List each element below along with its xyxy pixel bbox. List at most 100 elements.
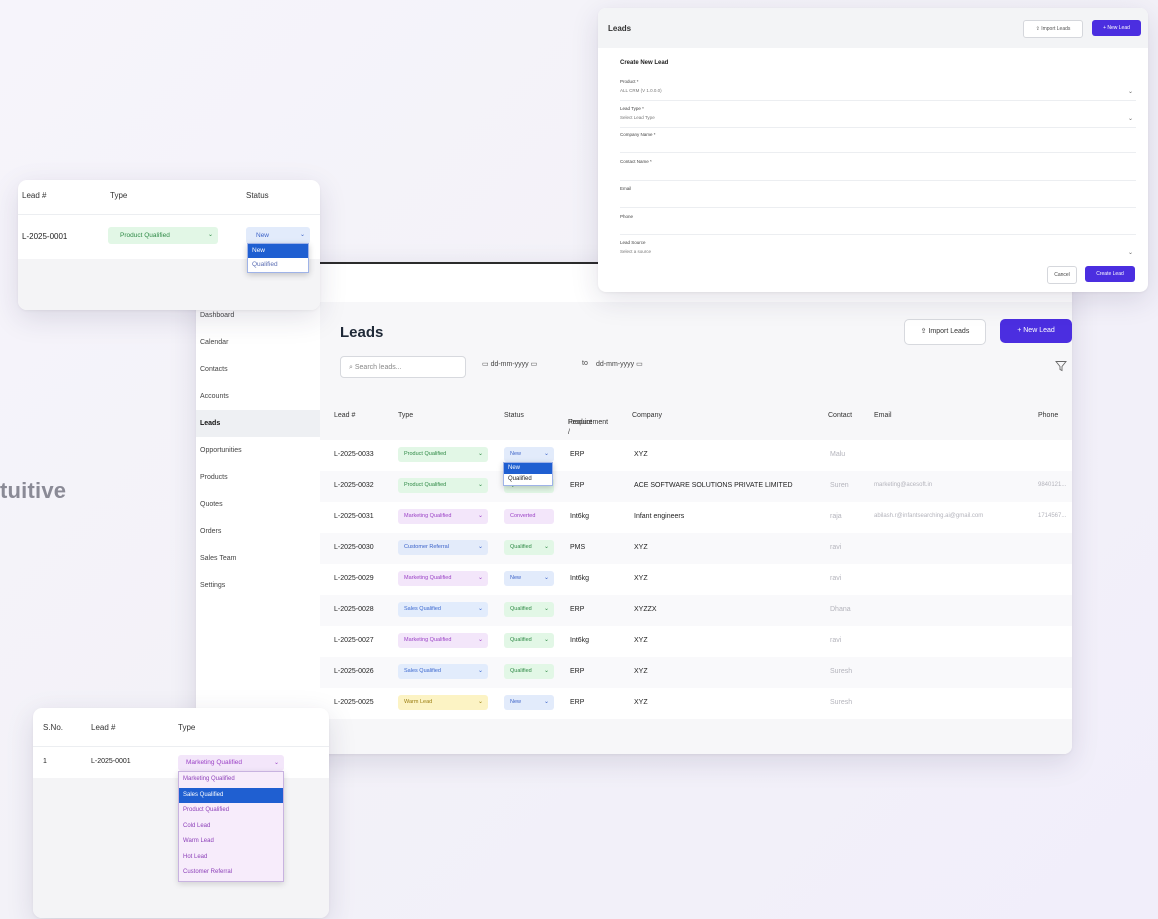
date-to-input[interactable]: dd-mm-yyyy ▭: [596, 360, 643, 368]
filter-icon[interactable]: [1055, 360, 1067, 372]
status-select[interactable]: New ⌄: [504, 571, 554, 586]
lead-type-select[interactable]: Select Lead Type: [620, 115, 655, 120]
type-option[interactable]: Cold Lead: [179, 819, 283, 835]
status-select[interactable]: New ⌄: [504, 695, 554, 710]
type-select[interactable]: Marketing Qualified ⌄: [398, 633, 488, 648]
lead-source-select[interactable]: Select a source: [620, 249, 651, 254]
table-header: Lead # Type Status Product / Requirement …: [320, 398, 1072, 440]
lead-number: L-2025-0001: [91, 758, 131, 765]
status-dropdown-list: New Qualified: [247, 243, 309, 273]
type-select[interactable]: Sales Qualified ⌄: [398, 664, 488, 679]
type-option[interactable]: Hot Lead: [179, 850, 283, 866]
type-option[interactable]: Marketing Qualified: [179, 772, 283, 788]
type-option[interactable]: Warm Lead: [179, 834, 283, 850]
lead-type-label: Lead Type *: [620, 106, 644, 111]
table-row[interactable]: L-2025-0026 Sales Qualified ⌄ Qualified ⌄ ERP…: [320, 657, 1072, 688]
product-cell: Int6kg: [570, 637, 590, 644]
status-select[interactable]: Qualified ⌄: [504, 664, 554, 679]
product-cell: PMS: [570, 544, 586, 551]
create-import-button[interactable]: ⇪ Import Leads: [1023, 20, 1083, 38]
type-select[interactable]: Customer Referral ⌄: [398, 540, 488, 555]
create-lead-button[interactable]: Create Lead: [1085, 266, 1135, 282]
table-row[interactable]: L-2025-0032 Product Qualified ⌄ Qualified ⌄ E…: [320, 471, 1072, 502]
product-cell: ERP: [570, 451, 585, 458]
col-phone: Phone: [1038, 412, 1059, 419]
sidebar-item-products[interactable]: Products: [196, 464, 320, 491]
table-row[interactable]: L-2025-0033 Product Qualified ⌄ New ⌄ ERP XYZ M…: [320, 440, 1072, 471]
col-status: Status: [504, 412, 524, 419]
type-option[interactable]: Customer Referral: [179, 865, 283, 881]
chevron-down-icon: ⌄: [273, 760, 279, 766]
table-row[interactable]: L-2025-0028 Sales Qualified ⌄ Qualified ⌄ ERP…: [320, 595, 1072, 626]
chevron-down-icon: ⌄: [543, 544, 549, 550]
status-option[interactable]: New: [504, 463, 552, 474]
email-label: Email: [620, 186, 632, 191]
table-row[interactable]: L-2025-0030 Customer Referral ⌄ Qualified ⌄ P…: [320, 533, 1072, 564]
lead-number: L-2025-0033: [334, 451, 374, 458]
product-cell: ERP: [570, 699, 585, 706]
status-value: Qualified: [510, 544, 532, 550]
product-select[interactable]: ALL CRM (V 1.0.0.0): [620, 88, 662, 93]
type-select[interactable]: Product Qualified ⌄: [398, 478, 488, 493]
sidebar-item-accounts[interactable]: Accounts: [196, 383, 320, 410]
sidebar-item-settings[interactable]: Settings: [196, 572, 320, 599]
email-input[interactable]: [620, 207, 1136, 208]
sidebar-item-calendar[interactable]: Calendar: [196, 329, 320, 356]
sidebar-item-quotes[interactable]: Quotes: [196, 491, 320, 518]
contact-name-input[interactable]: [620, 180, 1136, 181]
company-cell: XYZ: [634, 668, 648, 675]
sidebar-item-orders[interactable]: Orders: [196, 518, 320, 545]
status-option[interactable]: New: [248, 244, 308, 258]
sidebar-item-contacts[interactable]: Contacts: [196, 356, 320, 383]
status-value: New: [510, 575, 522, 581]
lead-number: L-2025-0032: [334, 482, 374, 489]
status-select[interactable]: New ⌄: [246, 227, 310, 244]
table-row[interactable]: L-2025-0031 Marketing Qualified ⌄ Converted…: [320, 502, 1072, 533]
date-from-input[interactable]: ▭ dd-mm-yyyy ▭: [482, 360, 537, 368]
cancel-button[interactable]: Cancel: [1047, 266, 1077, 284]
col-lead: Lead #: [91, 723, 116, 732]
type-option[interactable]: Sales Qualified: [179, 787, 283, 803]
lead-number: L-2025-0001: [22, 232, 68, 241]
sidebar-item-sales-team[interactable]: Sales Team: [196, 545, 320, 572]
lead-number: L-2025-0031: [334, 513, 374, 520]
type-select[interactable]: Marketing Qualified ⌄: [398, 509, 488, 524]
chevron-down-icon: ⌄: [543, 451, 549, 457]
status-select[interactable]: New ⌄: [504, 447, 554, 462]
type-select[interactable]: Marketing Qualified ⌄: [398, 571, 488, 586]
table-row[interactable]: L-2025-0029 Marketing Qualified ⌄ New ⌄ Int6k…: [320, 564, 1072, 595]
chevron-down-icon: ⌄: [477, 451, 483, 457]
phone-input[interactable]: [620, 234, 1136, 235]
chevron-down-icon: ⌄: [543, 637, 549, 643]
lead-number: L-2025-0026: [334, 668, 374, 675]
sidebar-item-opportunities[interactable]: Opportunities: [196, 437, 320, 464]
status-option[interactable]: Qualified: [248, 258, 308, 272]
product-label: Product *: [620, 79, 639, 84]
type-select[interactable]: Sales Qualified ⌄: [398, 602, 488, 617]
table-row[interactable]: L-2025-0027 Marketing Qualified ⌄ Qualified…: [320, 626, 1072, 657]
status-select[interactable]: Qualified ⌄: [504, 633, 554, 648]
type-option[interactable]: Product Qualified: [179, 803, 283, 819]
type-value: Product Qualified: [404, 482, 447, 488]
chevron-down-icon: ⌄: [1128, 250, 1134, 256]
create-new-button[interactable]: + New Lead: [1092, 20, 1141, 36]
status-select[interactable]: Qualified ⌄: [504, 602, 554, 617]
type-select[interactable]: Warm Lead ⌄: [398, 695, 488, 710]
import-leads-button[interactable]: ⇪ Import Leads: [904, 319, 986, 345]
lead-number: L-2025-0029: [334, 575, 374, 582]
status-select[interactable]: Qualified ⌄: [504, 540, 554, 555]
status-value: Qualified: [510, 637, 532, 643]
search-input[interactable]: ⌕ Search leads...: [340, 356, 466, 378]
import-leads-label: Import Leads: [928, 328, 970, 335]
sidebar-item-leads[interactable]: Leads: [196, 410, 320, 437]
type-select[interactable]: Marketing Qualified ⌄: [178, 755, 284, 771]
type-select[interactable]: Product Qualified ⌄: [108, 227, 218, 244]
status-option[interactable]: Qualified: [504, 474, 552, 485]
new-lead-button[interactable]: + New Lead: [1000, 319, 1072, 343]
table-row[interactable]: L-2025-0025 Warm Lead ⌄ New ⌄ ERP XYZ Suresh: [320, 688, 1072, 719]
type-select[interactable]: Product Qualified ⌄: [398, 447, 488, 462]
status-select[interactable]: Converted: [504, 509, 554, 524]
lead-number: L-2025-0027: [334, 637, 374, 644]
company-name-input[interactable]: [620, 152, 1136, 153]
status-value: New: [510, 451, 522, 457]
